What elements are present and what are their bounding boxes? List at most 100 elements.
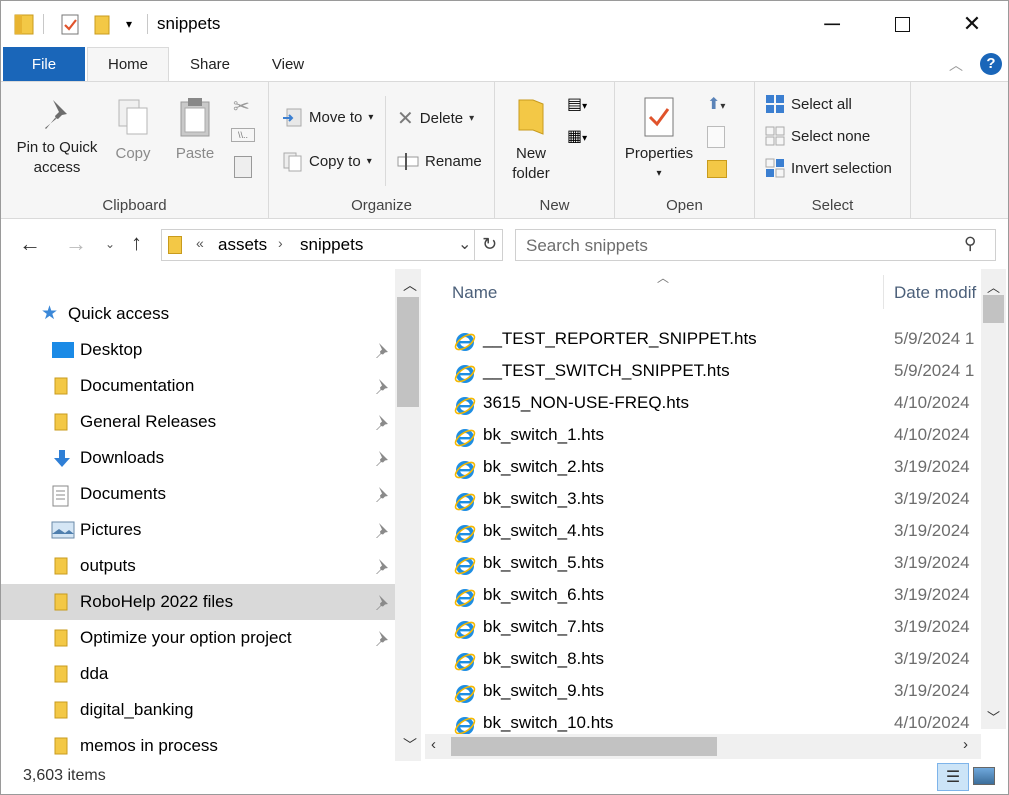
back-arrow-icon[interactable]: ← (19, 231, 41, 257)
file-name: bk_switch_5.hts (483, 553, 604, 572)
copy-button[interactable]: Copy (109, 96, 157, 164)
customize-quick-access-icon[interactable]: ▾ (119, 11, 139, 37)
file-row[interactable]: __TEST_SWITCH_SNIPPET.hts 5/9/2024 1 (425, 355, 981, 387)
scroll-up-icon[interactable]: ︿ (403, 275, 417, 295)
up-arrow-icon[interactable]: ↑ (131, 230, 142, 256)
new-folder-quick-icon[interactable] (89, 11, 115, 37)
move-to-button[interactable]: Move to ▾ (281, 106, 373, 128)
easy-access-icon[interactable]: ▦▾ (567, 126, 587, 146)
pin-icon (373, 414, 389, 435)
pin-to-quick-access-button[interactable]: Pin to Quick access (7, 96, 107, 178)
file-row[interactable]: __TEST_REPORTER_SNIPPET.hts 5/9/2024 1 (425, 323, 981, 355)
nav-item[interactable]: Downloads (1, 440, 395, 476)
tab-share[interactable]: Share (171, 47, 249, 81)
select-all-icon (766, 95, 784, 113)
history-icon[interactable] (707, 160, 727, 178)
minimize-button[interactable]: ─ (809, 1, 855, 47)
maximize-button[interactable] (879, 1, 925, 47)
properties-button[interactable]: Properties ▾ (621, 96, 697, 184)
help-icon[interactable]: ? (980, 53, 1002, 75)
properties-quick-icon[interactable] (57, 11, 83, 37)
nav-scroll-thumb[interactable] (397, 297, 419, 407)
ribbon: Pin to Quick access Copy Paste ✂ \\.. Cl… (1, 81, 1008, 219)
select-all-button[interactable]: Select all (765, 94, 852, 114)
collapse-ribbon-icon[interactable]: ︿ (949, 55, 963, 75)
date-column-header[interactable]: Date modif (884, 269, 984, 315)
nav-item[interactable]: Documentation (1, 368, 395, 404)
organize-group: Move to ▾ Copy to ▾ ✕ Delete ▾ Rename Organ… (269, 82, 495, 218)
search-icon[interactable]: ⚲ (964, 234, 976, 254)
nav-item[interactable]: Desktop (1, 332, 395, 368)
new-item-icon[interactable]: ▤▾ (567, 94, 587, 114)
file-row[interactable]: bk_switch_3.hts 3/19/2024 (425, 483, 981, 515)
rename-button[interactable]: Rename (397, 150, 482, 172)
copy-to-button[interactable]: Copy to ▾ (281, 150, 372, 172)
search-box[interactable]: Search snippets ⚲ (515, 229, 996, 261)
breadcrumb-assets[interactable]: assets (218, 235, 267, 255)
nav-item[interactable]: General Releases (1, 404, 395, 440)
file-row[interactable]: 3615_NON-USE-FREQ.hts 4/10/2024 (425, 387, 981, 419)
refresh-icon[interactable]: ↻ (482, 234, 497, 255)
hts-file-icon (453, 649, 477, 673)
edit-icon[interactable] (707, 126, 725, 148)
window-title: snippets (157, 14, 221, 33)
scroll-down-icon[interactable]: ﹀ (987, 707, 1000, 726)
nav-item[interactable]: dda (1, 656, 395, 692)
tab-home[interactable]: Home (87, 47, 169, 81)
file-row[interactable]: bk_switch_7.hts 3/19/2024 (425, 611, 981, 643)
cut-icon[interactable]: ✂ (233, 94, 250, 119)
scroll-up-icon[interactable]: ︿ (987, 277, 1000, 296)
star-icon: ★ (41, 303, 59, 324)
file-row[interactable]: bk_switch_2.hts 3/19/2024 (425, 451, 981, 483)
hts-file-icon (453, 393, 477, 417)
folder-icon (51, 377, 73, 395)
delete-button[interactable]: ✕ Delete ▾ (397, 106, 474, 131)
paste-button[interactable]: Paste (169, 96, 221, 164)
nav-item[interactable]: outputs (1, 548, 395, 584)
forward-arrow-icon[interactable]: → (65, 231, 87, 257)
breadcrumb-overflow[interactable]: « (196, 235, 204, 251)
file-row[interactable]: bk_switch_4.hts 3/19/2024 (425, 515, 981, 547)
quick-access-node[interactable]: ★ Quick access (1, 296, 395, 332)
recent-locations-icon[interactable]: ⌄ (105, 237, 115, 251)
paste-shortcut-icon[interactable] (234, 156, 252, 178)
close-button[interactable]: ✕ (949, 1, 995, 47)
quick-access-label: Quick access (68, 304, 170, 323)
nav-item[interactable]: RoboHelp 2022 files (1, 584, 395, 620)
file-vscrollbar[interactable]: ︿ ﹀ (981, 269, 1006, 729)
new-folder-button[interactable]: New folder (501, 96, 561, 184)
nav-item[interactable]: memos in process (1, 728, 395, 764)
nav-item[interactable]: Optimize your option project (1, 620, 395, 656)
search-placeholder: Search snippets (526, 236, 648, 255)
file-row[interactable]: bk_switch_6.hts 3/19/2024 (425, 579, 981, 611)
address-bar[interactable]: « assets › snippets ⌄ ↻ (161, 229, 503, 261)
file-hscrollbar[interactable]: ‹ › (425, 734, 981, 759)
select-none-button[interactable]: Select none (765, 126, 870, 146)
file-row[interactable]: bk_switch_1.hts 4/10/2024 (425, 419, 981, 451)
copy-path-icon[interactable]: \\.. (231, 128, 255, 142)
tab-file[interactable]: File (3, 47, 85, 81)
file-row[interactable]: bk_switch_9.hts 3/19/2024 (425, 675, 981, 707)
file-vscroll-thumb[interactable] (983, 295, 1004, 323)
breadcrumb-snippets[interactable]: snippets (300, 235, 363, 255)
file-explorer-window: ▾ snippets ─ ✕ File Home Share View ︿ ? … (0, 0, 1009, 795)
invert-selection-button[interactable]: Invert selection (765, 158, 892, 178)
nav-item-label: Documentation (80, 376, 195, 395)
file-row[interactable]: bk_switch_5.hts 3/19/2024 (425, 547, 981, 579)
address-dropdown-icon[interactable]: ⌄ (458, 234, 471, 254)
name-column-header[interactable]: Name (425, 269, 883, 315)
file-hscroll-thumb[interactable] (451, 737, 717, 756)
open-icon[interactable]: ⬆▾ (707, 94, 725, 114)
hts-file-icon (453, 681, 477, 705)
large-icons-view-icon[interactable] (973, 767, 995, 785)
file-row[interactable]: bk_switch_8.hts 3/19/2024 (425, 643, 981, 675)
nav-item[interactable]: Pictures (1, 512, 395, 548)
scroll-down-icon[interactable]: ﹀ (403, 735, 417, 755)
nav-item[interactable]: digital_banking (1, 692, 395, 728)
nav-scrollbar[interactable]: ︿ ﹀ (395, 269, 421, 761)
scroll-right-icon[interactable]: › (963, 736, 968, 753)
details-view-icon[interactable]: ☰ (937, 763, 969, 791)
scroll-left-icon[interactable]: ‹ (431, 736, 436, 753)
tab-view[interactable]: View (251, 47, 325, 81)
nav-item[interactable]: Documents (1, 476, 395, 512)
